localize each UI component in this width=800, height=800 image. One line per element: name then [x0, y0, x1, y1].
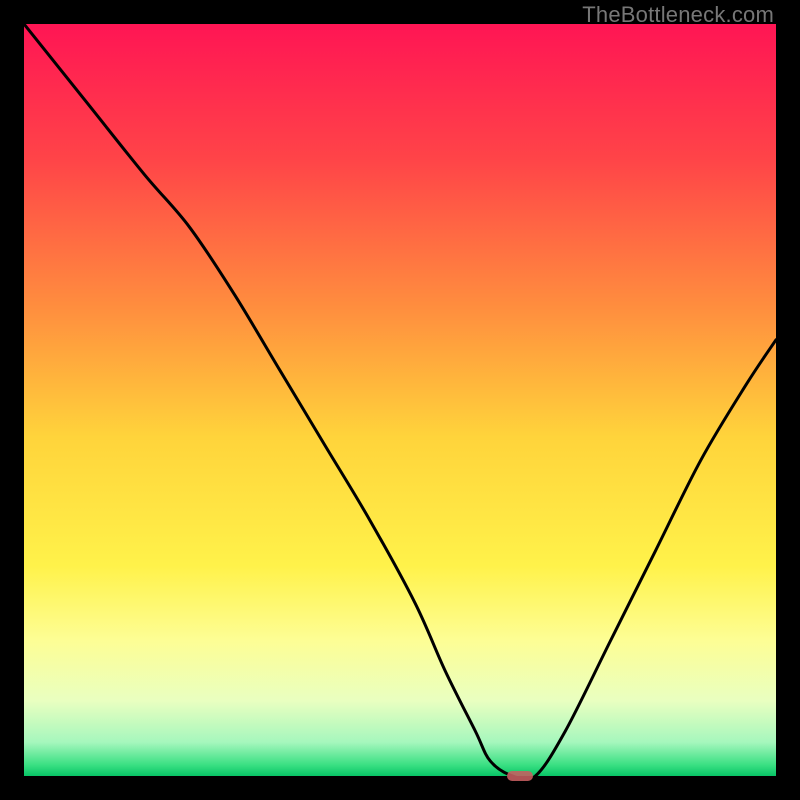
bottleneck-curve: [24, 24, 776, 776]
chart-plot-area: [24, 24, 776, 776]
optimal-marker: [507, 771, 533, 781]
watermark-text: TheBottleneck.com: [582, 2, 774, 28]
